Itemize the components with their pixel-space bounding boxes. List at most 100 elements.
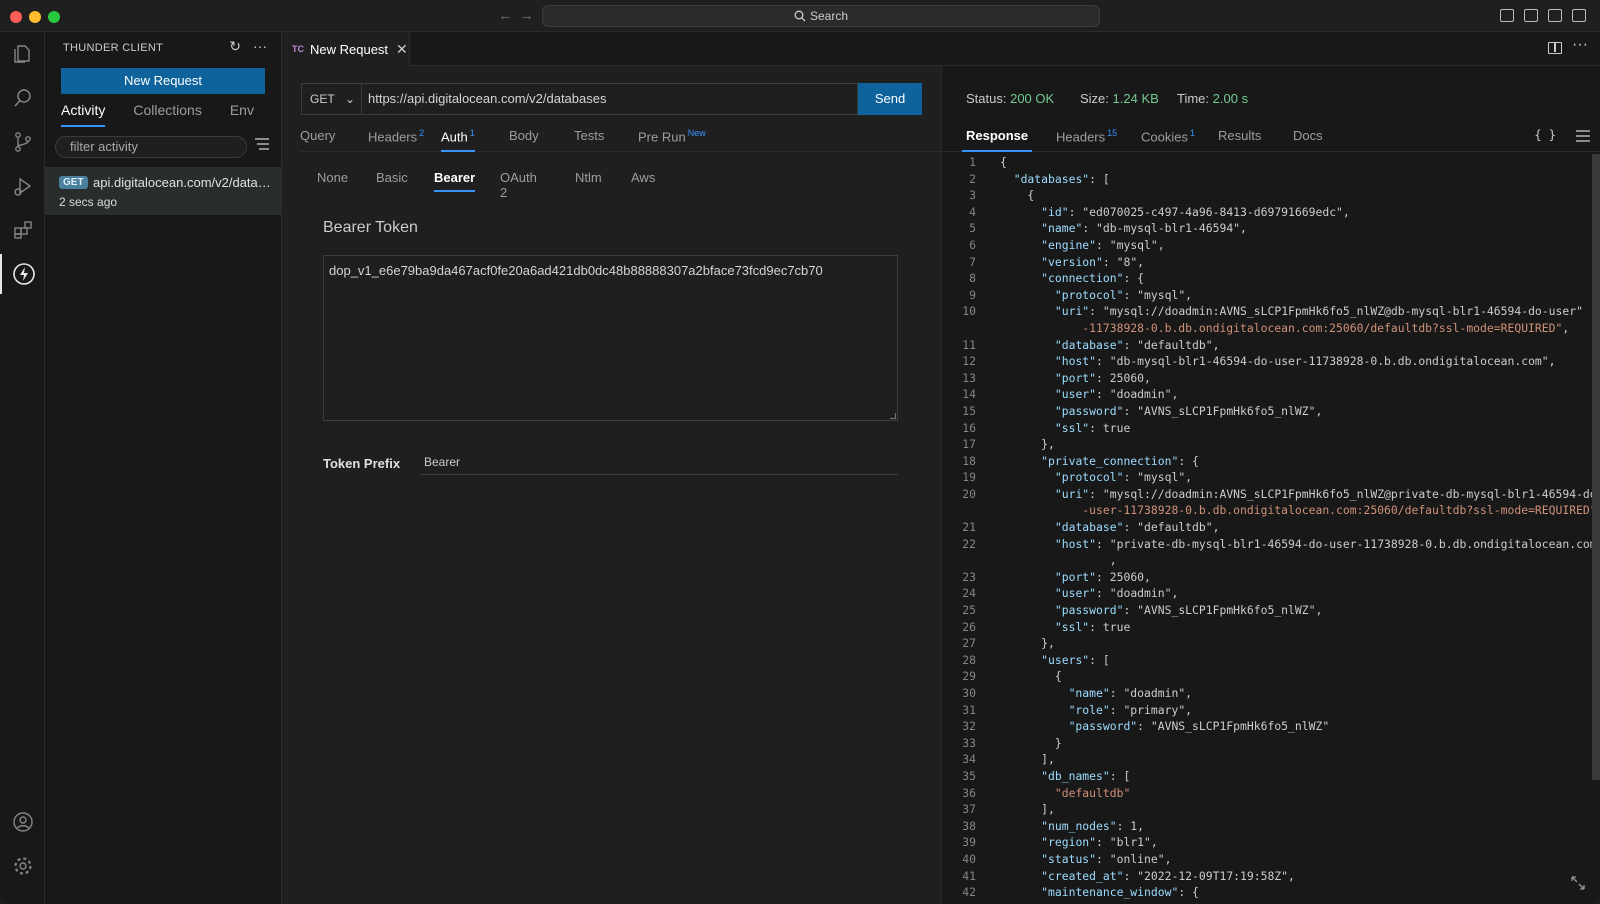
code-line: 27 }, bbox=[942, 635, 1592, 652]
code-line: 34 ], bbox=[942, 751, 1592, 768]
sort-menu-icon[interactable] bbox=[255, 138, 269, 153]
line-number: 19 bbox=[962, 470, 976, 485]
auth-tab-basic[interactable]: Basic bbox=[376, 170, 408, 192]
thunder-client-icon[interactable] bbox=[0, 254, 45, 294]
code-text: "host": "db-mysql-blr1-46594-do-user-117… bbox=[1054, 354, 1556, 369]
line-number: 3 bbox=[969, 188, 976, 203]
token-prefix-input[interactable]: Bearer bbox=[420, 449, 898, 475]
response-code-view[interactable]: 1{2 "databases": [3 {4 "id": "ed070025-c… bbox=[942, 154, 1592, 904]
thunder-client-sidebar: THUNDER CLIENT ↻ ··· New Request Activit… bbox=[45, 32, 282, 904]
forward-arrow-icon[interactable]: → bbox=[519, 7, 540, 24]
run-debug-icon[interactable] bbox=[0, 166, 45, 206]
send-button[interactable]: Send bbox=[858, 83, 922, 115]
activity-item[interactable]: GET api.digitalocean.com/v2/databases 2 … bbox=[45, 167, 281, 215]
line-number: 37 bbox=[962, 802, 976, 817]
code-line: 25 "password": "AVNS_sLCP1FpmHk6fo5_nlWZ… bbox=[942, 602, 1592, 619]
tab-query[interactable]: Query bbox=[300, 128, 335, 152]
code-text: "password": "AVNS_sLCP1FpmHk6fo5_nlWZ", bbox=[1054, 603, 1323, 618]
tab-tests[interactable]: Tests bbox=[574, 128, 604, 152]
tab-label: Headers bbox=[368, 129, 418, 145]
code-line: 31 "role": "primary", bbox=[942, 702, 1592, 719]
code-text: ], bbox=[1000, 752, 1055, 767]
line-number: 23 bbox=[962, 569, 976, 584]
tab-count: 2 bbox=[419, 128, 425, 138]
format-json-icon[interactable]: { } bbox=[1534, 128, 1556, 142]
menu-lines-icon[interactable] bbox=[1576, 130, 1590, 145]
extensions-icon[interactable] bbox=[0, 210, 45, 250]
account-icon[interactable] bbox=[0, 802, 45, 842]
tab-env[interactable]: Env bbox=[230, 102, 254, 127]
tab-collections[interactable]: Collections bbox=[133, 102, 201, 127]
settings-gear-icon[interactable] bbox=[0, 846, 45, 886]
code-line: 3 { bbox=[942, 187, 1592, 204]
code-text: "num_nodes": 1, bbox=[1041, 818, 1145, 833]
tab-count: 15 bbox=[1107, 128, 1118, 138]
tab-auth[interactable]: Auth 1 bbox=[441, 128, 475, 152]
back-arrow-icon[interactable]: ← bbox=[498, 7, 519, 24]
maximize-window-button[interactable] bbox=[48, 11, 60, 23]
auth-tab-oauth2[interactable]: OAuth 2 bbox=[500, 170, 537, 200]
activity-url: api.digitalocean.com/v2/databases bbox=[93, 175, 275, 190]
more-actions-icon[interactable]: ··· bbox=[1572, 36, 1588, 54]
line-number: 31 bbox=[962, 702, 976, 717]
code-text: "user": "doadmin", bbox=[1054, 387, 1179, 402]
method-select[interactable]: GET ⌄ bbox=[301, 83, 362, 115]
tab-response[interactable]: Response bbox=[962, 128, 1033, 152]
line-number: 11 bbox=[962, 337, 976, 352]
code-text: "ssl": true bbox=[1054, 619, 1131, 634]
tab-pre-run[interactable]: Pre Run New bbox=[638, 128, 706, 152]
code-text: "maintenance_window": { bbox=[1041, 885, 1199, 900]
bearer-token-textarea[interactable]: dop_v1_e6e79ba9da467acf0fe20a6ad421db0dc… bbox=[323, 255, 898, 421]
tab-label: Query bbox=[300, 128, 336, 143]
line-number: 17 bbox=[962, 437, 976, 452]
code-text: "db_names": [ bbox=[1041, 768, 1131, 783]
toggle-panel-icon[interactable] bbox=[1524, 9, 1538, 22]
code-text: } bbox=[1000, 735, 1062, 750]
expand-icon[interactable] bbox=[1570, 875, 1586, 894]
new-request-button[interactable]: New Request bbox=[61, 68, 265, 94]
close-window-button[interactable] bbox=[10, 11, 22, 23]
tab-headers[interactable]: Headers 2 bbox=[368, 128, 424, 152]
source-control-icon[interactable] bbox=[0, 122, 45, 162]
customize-layout-icon[interactable] bbox=[1572, 9, 1586, 22]
tab-cookies[interactable]: Cookies 1 bbox=[1141, 128, 1195, 152]
toggle-secondary-sidebar-icon[interactable] bbox=[1548, 9, 1562, 22]
code-line: 13 "port": 25060, bbox=[942, 370, 1592, 387]
toggle-sidebar-icon[interactable] bbox=[1500, 9, 1514, 22]
more-actions-icon[interactable]: ··· bbox=[253, 38, 267, 55]
code-text: "password": "AVNS_sLCP1FpmHk6fo5_nlWZ" bbox=[1068, 719, 1330, 734]
editor-tab-new-request[interactable]: TC New Request ✕ bbox=[282, 32, 410, 66]
auth-tab-none[interactable]: None bbox=[317, 170, 348, 192]
line-number: 16 bbox=[962, 420, 976, 435]
code-line: 2 "databases": [ bbox=[942, 171, 1592, 188]
bearer-token-title: Bearer Token bbox=[323, 219, 418, 236]
code-line: 14 "user": "doadmin", bbox=[942, 386, 1592, 403]
filter-activity-input[interactable]: filter activity bbox=[55, 136, 247, 158]
tab-body[interactable]: Body bbox=[509, 128, 539, 152]
time-label: Time: bbox=[1177, 91, 1210, 106]
command-center-search[interactable]: Search bbox=[542, 5, 1100, 27]
response-scrollbar[interactable] bbox=[1592, 154, 1600, 780]
search-icon[interactable] bbox=[0, 78, 45, 118]
code-line: 36 "defaultdb" bbox=[942, 785, 1592, 802]
split-editor-icon[interactable] bbox=[1548, 42, 1562, 54]
close-tab-icon[interactable]: ✕ bbox=[396, 41, 408, 58]
tab-docs[interactable]: Docs bbox=[1293, 128, 1323, 152]
refresh-icon[interactable]: ↻ bbox=[229, 38, 241, 55]
activity-time: 2 secs ago bbox=[59, 195, 118, 209]
url-input[interactable]: https://api.digitalocean.com/v2/database… bbox=[361, 83, 858, 115]
explorer-icon[interactable] bbox=[0, 34, 45, 74]
resize-handle-icon[interactable] bbox=[890, 413, 896, 419]
tab-response-headers[interactable]: Headers 15 bbox=[1056, 128, 1117, 152]
editor-tab-label: New Request bbox=[310, 41, 389, 57]
tab-results[interactable]: Results bbox=[1218, 128, 1261, 152]
code-line: 15 "password": "AVNS_sLCP1FpmHk6fo5_nlWZ… bbox=[942, 403, 1592, 420]
line-number: 29 bbox=[962, 669, 976, 684]
auth-tab-aws[interactable]: Aws bbox=[631, 170, 655, 192]
auth-tab-ntlm[interactable]: Ntlm bbox=[575, 170, 602, 192]
tab-activity[interactable]: Activity bbox=[61, 102, 106, 127]
minimize-window-button[interactable] bbox=[29, 11, 41, 23]
response-pane: Status: 200 OK Size: 1.24 KB Time: 2.00 … bbox=[941, 66, 1600, 904]
code-text: { bbox=[1000, 155, 1007, 169]
auth-tab-bearer[interactable]: Bearer bbox=[434, 170, 476, 192]
